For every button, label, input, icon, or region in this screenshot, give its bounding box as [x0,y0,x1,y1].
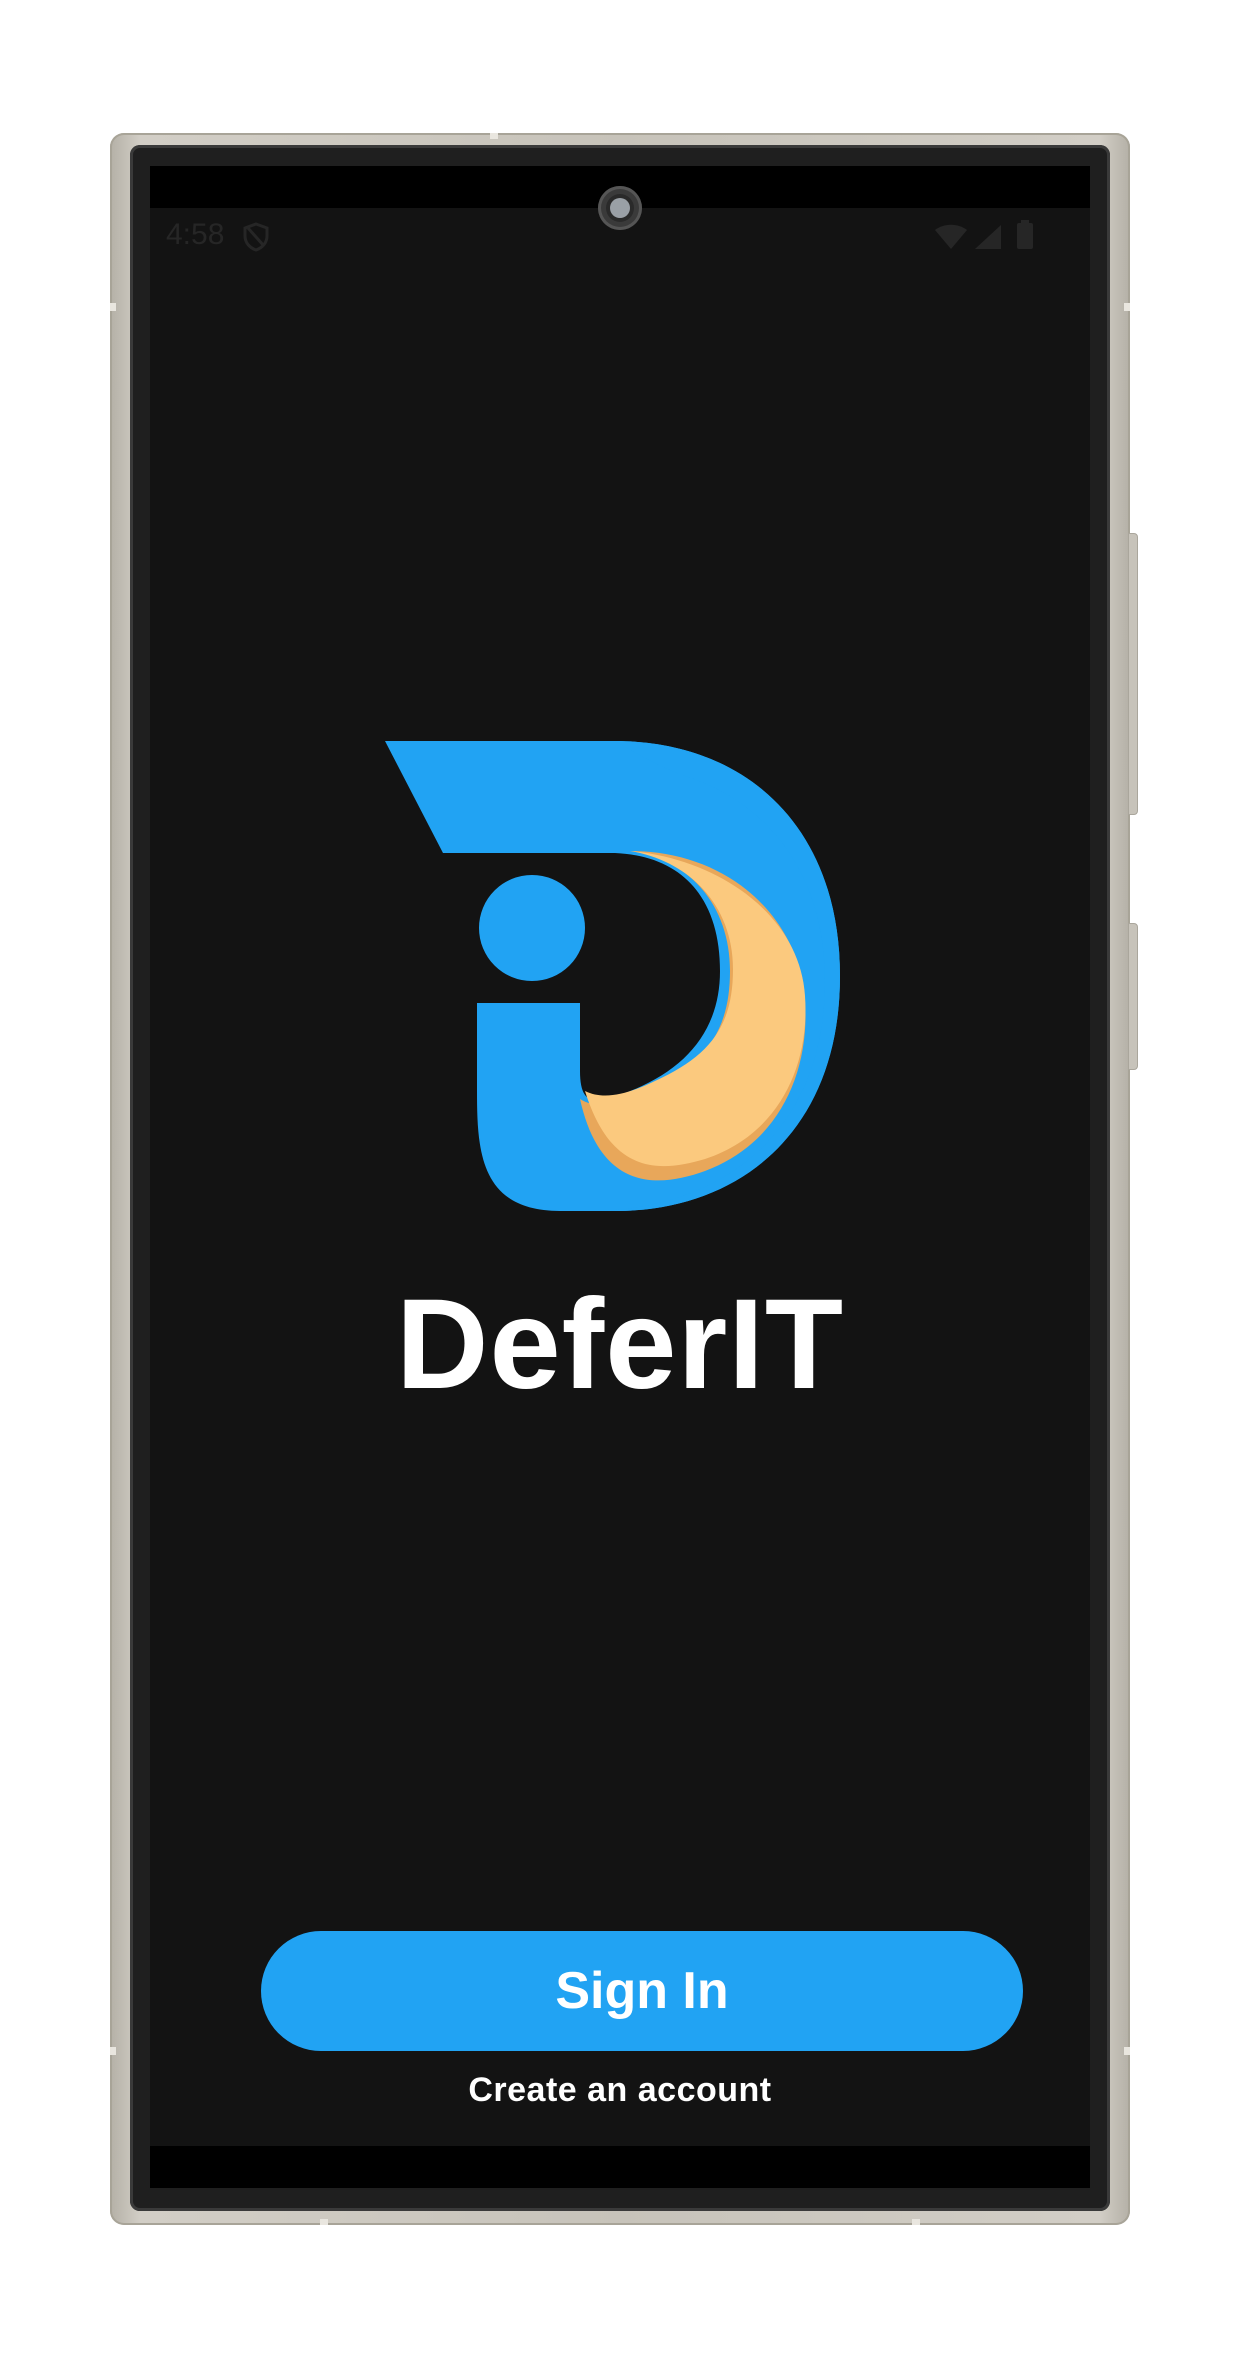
cell-signal-icon [974,224,1002,258]
shield-icon [242,222,270,260]
status-time: 4:58 [166,218,225,251]
antenna-band [912,2219,920,2225]
camera-lens [610,198,630,218]
sign-in-button[interactable]: Sign In [261,1931,1023,2051]
battery-icon [1016,220,1034,258]
antenna-band [110,303,116,311]
create-account-link[interactable]: Create an account [150,2071,1090,2110]
antenna-band [320,2219,328,2225]
front-camera [598,186,642,230]
volume-button [1128,923,1138,1070]
antenna-band [490,133,498,139]
app-screen: 4:58 DeferIT Sign In Create an account [150,166,1090,2188]
antenna-band [1124,303,1130,311]
antenna-band [1124,2047,1130,2055]
page-canvas: 4:58 DeferIT Sign In Create an account [0,0,1245,2359]
wifi-icon [934,224,968,258]
app-title: DeferIT [396,1273,844,1416]
phone-bezel: 4:58 DeferIT Sign In Create an account [130,145,1110,2211]
power-button [1128,533,1138,815]
antenna-band [110,2047,116,2055]
deferit-logo [385,741,845,1211]
bottom-safe-area [150,2146,1090,2188]
phone-device-frame: 4:58 DeferIT Sign In Create an account [110,133,1138,2225]
